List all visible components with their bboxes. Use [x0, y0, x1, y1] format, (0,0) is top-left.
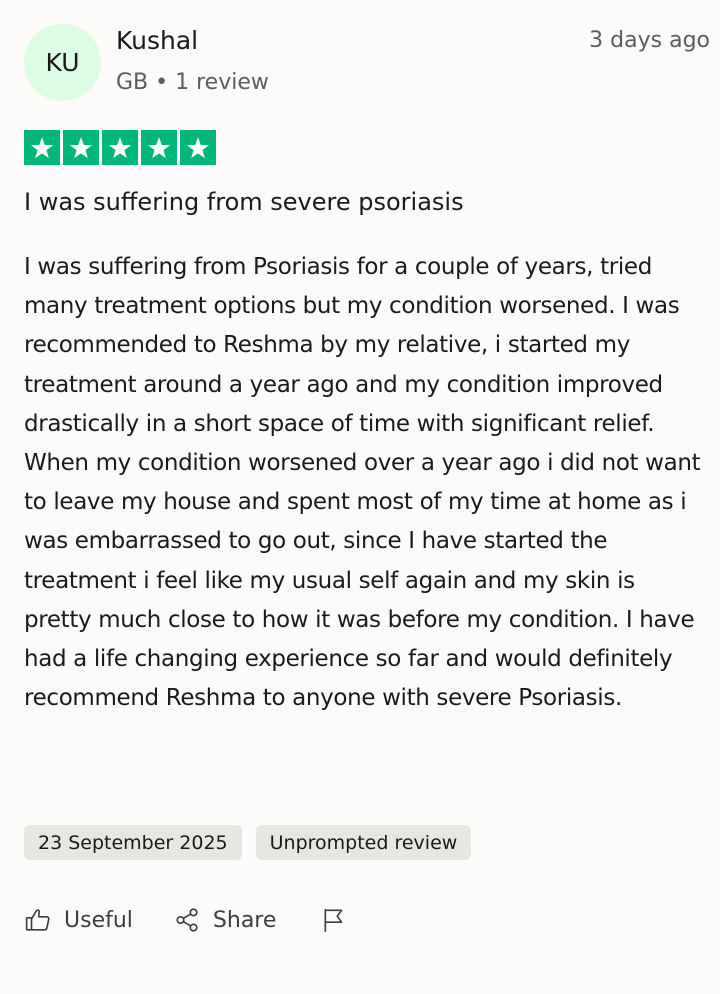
useful-label: Useful: [64, 907, 133, 933]
star-icon: [180, 130, 216, 165]
avatar-initials: KU: [45, 48, 80, 77]
review-card: KU Kushal GB • 1 review 3 days ago I was…: [0, 0, 720, 994]
report-button[interactable]: [320, 906, 348, 934]
star-icon: [63, 130, 99, 165]
useful-button[interactable]: Useful: [24, 906, 133, 934]
star-icon: [141, 130, 177, 165]
reviewer-meta: GB • 1 review: [116, 68, 269, 98]
review-title[interactable]: I was suffering from severe psoriasis: [24, 186, 704, 218]
share-label: Share: [212, 907, 277, 933]
star-icon: [102, 130, 138, 165]
review-tags: 23 September 2025 Unprompted review: [24, 825, 472, 860]
avatar[interactable]: KU: [24, 24, 101, 101]
experience-date-badge: 23 September 2025: [24, 825, 242, 860]
star-rating: [24, 130, 216, 165]
flag-icon: [320, 906, 348, 934]
reviewer-review-count: 1 review: [175, 70, 269, 95]
star-icon: [24, 130, 60, 165]
share-icon: [173, 906, 201, 934]
review-type-badge[interactable]: Unprompted review: [255, 825, 472, 860]
meta-separator: •: [155, 70, 169, 95]
share-button[interactable]: Share: [173, 906, 277, 934]
posted-date: 3 days ago: [589, 28, 710, 53]
reviewer-country: GB: [116, 70, 149, 95]
review-body: I was suffering from Psoriasis for a cou…: [24, 254, 701, 712]
reviewer-name[interactable]: Kushal: [116, 25, 198, 57]
thumbs-up-icon: [24, 906, 52, 934]
review-actions: Useful Share: [24, 900, 348, 940]
